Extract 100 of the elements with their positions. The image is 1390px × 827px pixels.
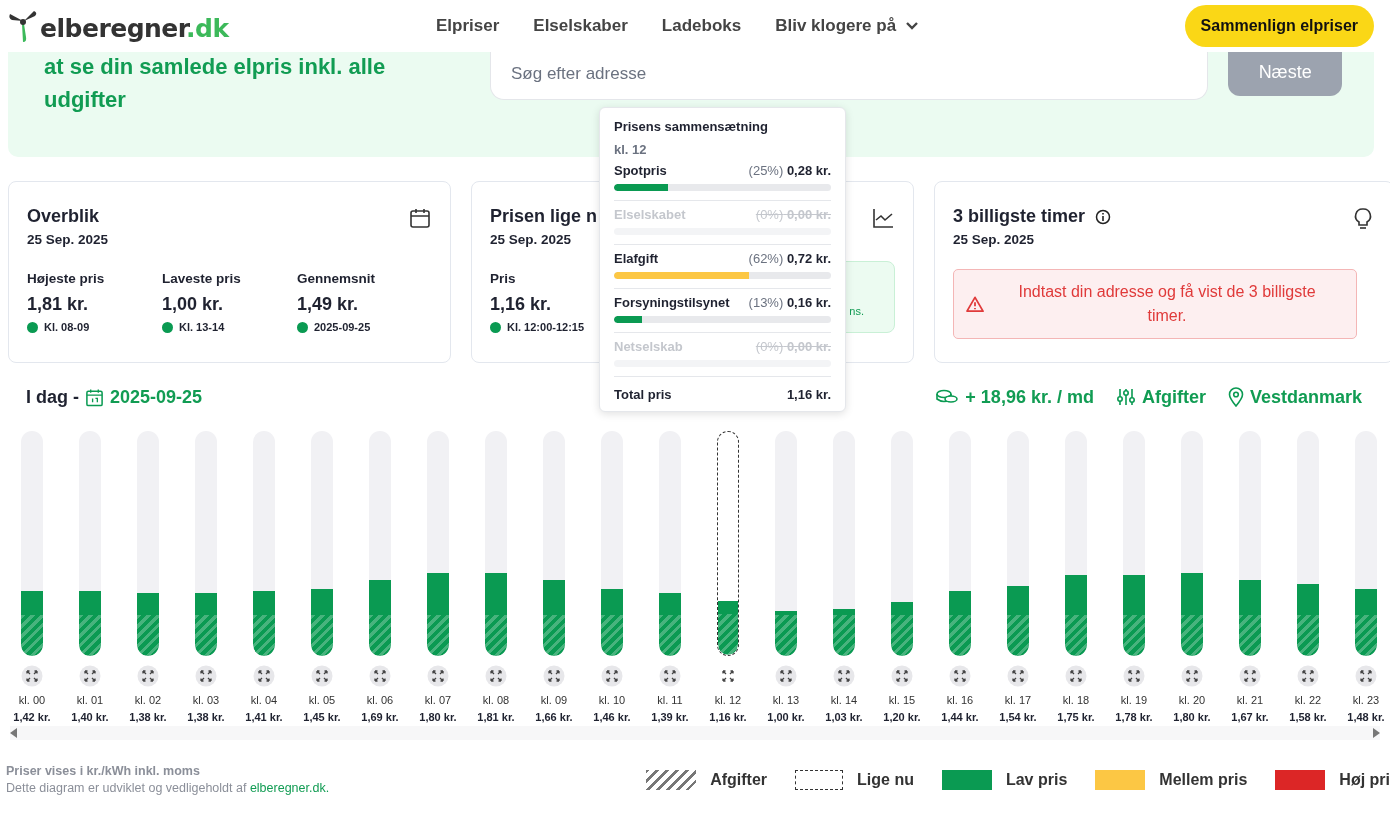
total-value: 1,16 kr. <box>786 387 831 402</box>
sliders-icon <box>1115 387 1136 407</box>
expand-icon[interactable] <box>1007 665 1029 687</box>
bar-track[interactable] <box>1065 431 1087 656</box>
hour-label: kl. 14 <box>830 694 858 706</box>
expand-icon[interactable] <box>1065 665 1087 687</box>
expand-icon[interactable] <box>21 665 43 687</box>
alert-text: Indtast din adresse og få vist de 3 billigste timer. <box>1017 282 1317 326</box>
card-date: 25 Sep. 2025 <box>490 232 573 247</box>
hour-label: kl. 06 <box>366 694 394 706</box>
bar-track[interactable] <box>79 431 101 656</box>
tooltip-title: Prisens sammensætning <box>614 119 769 134</box>
expand-icon[interactable] <box>137 665 159 687</box>
calendar-icon[interactable] <box>85 387 104 407</box>
hour-price: 1,78 kr. <box>1115 711 1153 723</box>
card-title: Prisen lige n <box>490 206 598 227</box>
region-link[interactable]: Vestdanmark <box>1249 386 1362 408</box>
info-icon[interactable] <box>1095 208 1112 225</box>
nav-link[interactable]: Elpriser <box>436 16 500 36</box>
savings-text[interactable]: + 18,96 kr. / md <box>965 386 1094 408</box>
bar-track[interactable] <box>1297 431 1319 656</box>
expand-icon[interactable] <box>427 665 449 687</box>
expand-icon[interactable] <box>369 665 391 687</box>
nav-link[interactable]: Ladeboks <box>661 16 742 36</box>
expand-icon[interactable] <box>1181 665 1203 687</box>
hour-price: 1,58 kr. <box>1289 711 1327 723</box>
hour-price: 1,41 kr. <box>245 711 283 723</box>
expand-icon[interactable] <box>659 665 681 687</box>
hour-price: 1,38 kr. <box>129 711 167 723</box>
coins-icon <box>935 388 960 406</box>
component-value: 0,28 kr. <box>786 163 831 178</box>
bar-track[interactable] <box>1355 431 1377 656</box>
expand-icon[interactable] <box>1239 665 1261 687</box>
expand-icon[interactable] <box>79 665 101 687</box>
warning-icon <box>966 296 984 312</box>
bar-track[interactable] <box>1181 431 1203 656</box>
bar-track[interactable] <box>659 431 681 656</box>
bar-track[interactable] <box>543 431 565 656</box>
scroll-left-icon[interactable] <box>10 728 18 738</box>
bar-track[interactable] <box>833 431 855 656</box>
logo-text[interactable]: elberegner.dk <box>40 14 229 43</box>
chart-date[interactable]: 2025-09-25 <box>110 386 203 408</box>
bar-track[interactable] <box>253 431 275 656</box>
expand-icon[interactable] <box>195 665 217 687</box>
expand-icon[interactable] <box>253 665 275 687</box>
bar-track[interactable] <box>949 431 971 656</box>
credit-link[interactable]: elberegner.dk. <box>249 781 330 795</box>
expand-icon[interactable] <box>775 665 797 687</box>
bar-track[interactable] <box>485 431 507 656</box>
unit-note: Priser vises i kr./kWh inkl. moms <box>6 764 201 778</box>
hour-label: kl. 22 <box>1294 694 1322 706</box>
hour-price: 1,80 kr. <box>419 711 457 723</box>
total-label: Total pris <box>614 387 672 402</box>
expand-icon[interactable] <box>1355 665 1377 687</box>
legend-label: Lige nu <box>857 770 914 789</box>
component-name: Elselskabet <box>614 207 686 222</box>
expand-icon[interactable] <box>949 665 971 687</box>
expand-icon[interactable] <box>543 665 565 687</box>
hour-price: 1,00 kr. <box>767 711 805 723</box>
compare-prices-button[interactable]: Sammenlign elpriser <box>1184 5 1374 47</box>
bar-track[interactable] <box>717 431 739 656</box>
hour-label: kl. 04 <box>250 694 278 706</box>
bar-track[interactable] <box>21 431 43 656</box>
hour-label: kl. 12 <box>714 694 742 706</box>
stat-note: Kl. 13-14 <box>179 321 225 333</box>
fees-link[interactable]: Afgifter <box>1141 386 1206 408</box>
bar-track[interactable] <box>1007 431 1029 656</box>
bar-track[interactable] <box>137 431 159 656</box>
expand-icon[interactable] <box>485 665 507 687</box>
legend-label: Lav pris <box>1005 770 1068 789</box>
expand-icon[interactable] <box>601 665 623 687</box>
line-chart-icon <box>871 206 895 230</box>
horizontal-scrollbar[interactable] <box>10 726 1380 740</box>
bar-track[interactable] <box>311 431 333 656</box>
component-name: Netselskab <box>614 339 683 354</box>
expand-icon[interactable] <box>891 665 913 687</box>
scroll-right-icon[interactable] <box>1372 728 1380 738</box>
component-value: 0,16 kr. <box>786 295 831 310</box>
component-share: (13%) <box>748 295 784 310</box>
nav-link[interactable]: Bliv klogere på <box>775 16 919 36</box>
expand-icon[interactable] <box>1123 665 1145 687</box>
bar-track[interactable] <box>195 431 217 656</box>
stat-label: Pris <box>490 271 517 286</box>
bar-track[interactable] <box>369 431 391 656</box>
hour-label: kl. 05 <box>308 694 336 706</box>
bar-track[interactable] <box>1123 431 1145 656</box>
bar-track[interactable] <box>1239 431 1261 656</box>
expand-icon[interactable] <box>1297 665 1319 687</box>
bar-track[interactable] <box>775 431 797 656</box>
nav-link[interactable]: Elselskaber <box>533 16 628 36</box>
hour-label: kl. 09 <box>540 694 568 706</box>
bar-track[interactable] <box>427 431 449 656</box>
expand-icon[interactable] <box>311 665 333 687</box>
hour-price: 1,46 kr. <box>593 711 631 723</box>
credit-text: Dette diagram er udviklet og vedligeholdt af elberegner.dk. <box>6 781 330 795</box>
hour-label: kl. 15 <box>888 694 916 706</box>
hour-price: 1,16 kr. <box>709 711 747 723</box>
expand-icon[interactable] <box>833 665 855 687</box>
bar-track[interactable] <box>891 431 913 656</box>
bar-track[interactable] <box>601 431 623 656</box>
